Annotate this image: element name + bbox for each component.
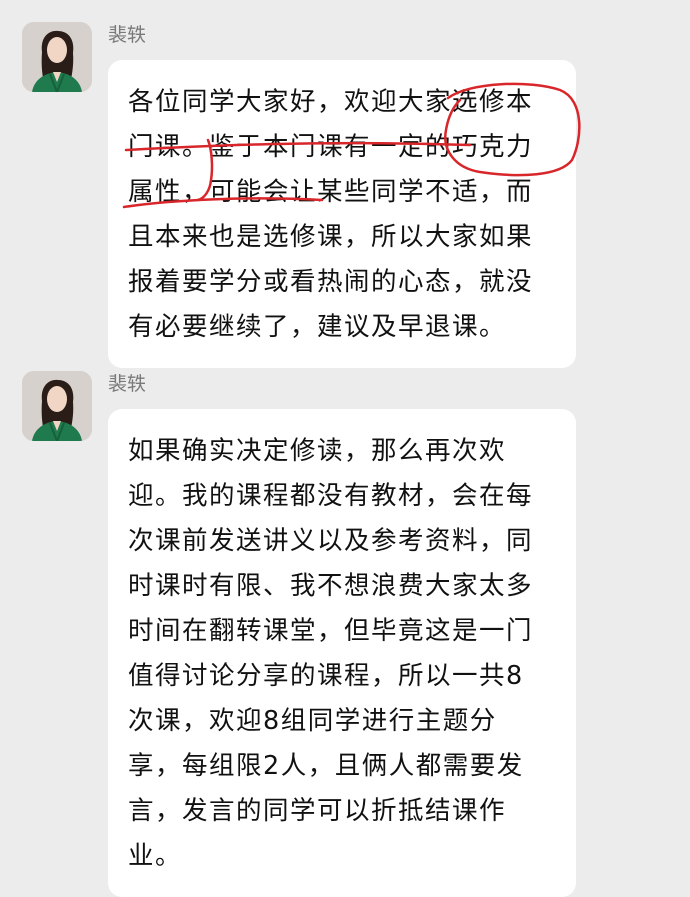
avatar-image: [22, 22, 92, 92]
avatar-image: [22, 371, 92, 441]
message-bubble[interactable]: 如果确实决定修读，那么再次欢 迎。我的课程都没有教材，会在每 次课前发送讲义以及…: [108, 409, 576, 897]
avatar[interactable]: [22, 22, 92, 92]
sender-name: 裴轶: [108, 24, 147, 46]
message-text: 如果确实决定修读，那么再次欢 迎。我的课程都没有教材，会在每 次课前发送讲义以及…: [128, 436, 534, 871]
message-bubble[interactable]: 各位同学大家好，欢迎大家选修本 门课。鉴于本门课有一定的巧克力 属性，可能会让某…: [108, 60, 576, 368]
sender-name: 裴轶: [108, 373, 147, 395]
avatar[interactable]: [22, 371, 92, 441]
message-text: 各位同学大家好，欢迎大家选修本 门课。鉴于本门课有一定的巧克力 属性，可能会让某…: [128, 87, 534, 342]
